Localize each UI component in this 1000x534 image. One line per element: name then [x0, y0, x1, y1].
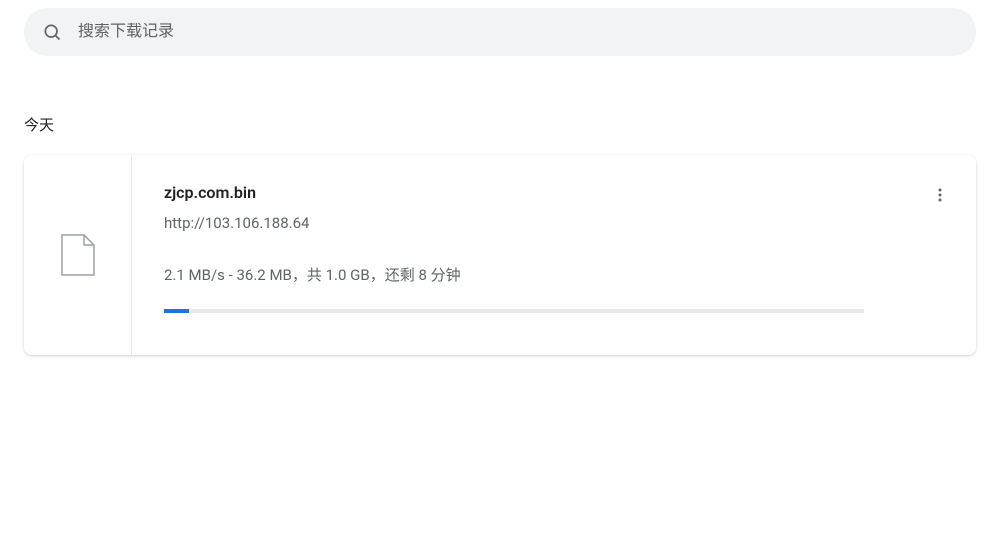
search-bar[interactable]	[24, 8, 976, 56]
download-item: zjcp.com.bin http://103.106.188.64 2.1 M…	[24, 155, 976, 355]
file-icon-area	[24, 155, 132, 355]
section-header-today: 今天	[24, 114, 976, 135]
download-url[interactable]: http://103.106.188.64	[164, 214, 912, 232]
file-icon	[60, 233, 96, 277]
more-options-button[interactable]	[924, 179, 956, 211]
download-filename[interactable]: zjcp.com.bin	[164, 183, 912, 202]
search-icon	[42, 22, 62, 42]
more-vertical-icon	[932, 187, 948, 203]
download-details: zjcp.com.bin http://103.106.188.64 2.1 M…	[132, 155, 976, 355]
search-input[interactable]	[78, 23, 958, 41]
progress-bar	[164, 309, 864, 313]
download-status: 2.1 MB/s - 36.2 MB，共 1.0 GB，还剩 8 分钟	[164, 264, 912, 285]
progress-fill	[164, 309, 189, 313]
